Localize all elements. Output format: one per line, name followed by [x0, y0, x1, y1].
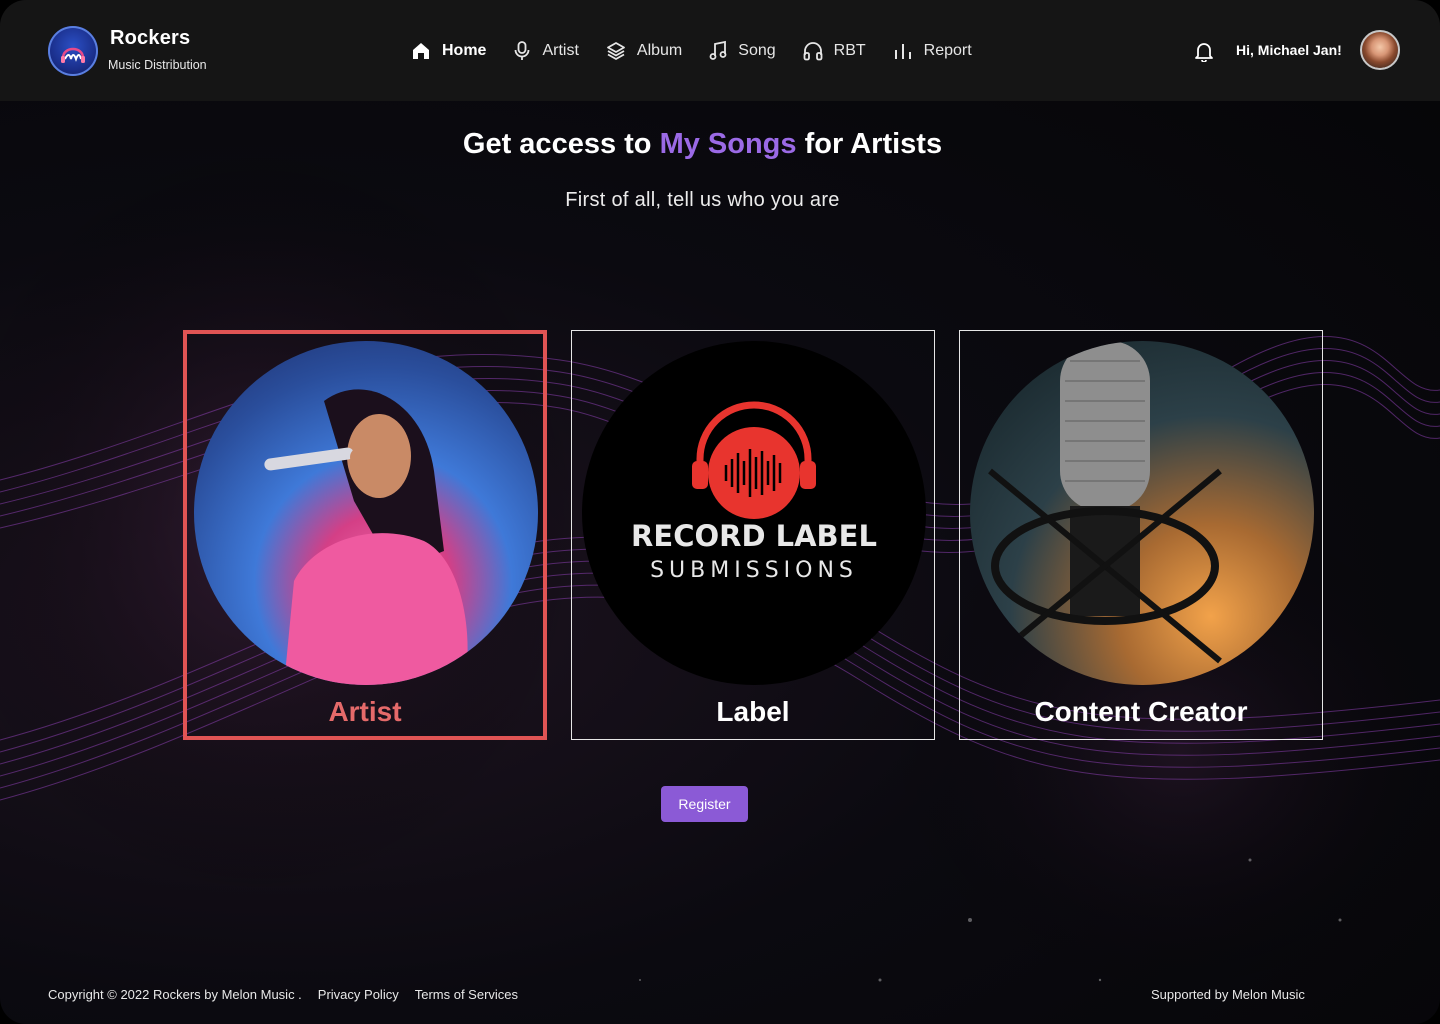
user-avatar[interactable]: [1360, 30, 1400, 70]
nav-item-home[interactable]: Home: [410, 40, 486, 62]
card-label: Artist: [328, 696, 402, 727]
page-subtitle: First of all, tell us who you are: [565, 189, 840, 211]
privacy-policy-link[interactable]: Privacy Policy: [318, 987, 399, 1002]
home-icon: [413, 43, 429, 59]
nav-item-report[interactable]: Report: [892, 40, 972, 62]
card-label: Content Creator: [1034, 696, 1248, 727]
nav-label: Home: [442, 42, 487, 59]
role-card-artist[interactable]: Artist: [183, 330, 547, 740]
artist-image: [194, 341, 538, 685]
footer-links: Copyright © 2022 Rockers by Melon Music …: [48, 987, 534, 1002]
nav-label: Song: [738, 42, 776, 59]
label-image: RECORD LABEL SUBMISSIONS: [582, 341, 926, 685]
layers-icon: [607, 42, 625, 60]
brand-title: Rockers: [110, 27, 191, 49]
terms-of-services-link[interactable]: Terms of Services: [415, 987, 518, 1002]
card-label: Label: [716, 696, 790, 727]
notification-bell-icon[interactable]: [1193, 40, 1215, 62]
main-nav: Home Artist Album Song RBT Report: [410, 38, 998, 64]
record-label-logo: RECORD LABEL SUBMISSIONS: [631, 401, 877, 583]
headphones-icon: [803, 42, 823, 61]
supported-by-text: Supported by Melon Music: [1151, 987, 1305, 1002]
register-button[interactable]: Register: [661, 786, 748, 822]
logo-text-line1: RECORD LABEL: [631, 519, 877, 553]
nav-item-rbt[interactable]: RBT: [802, 40, 866, 62]
nav-label: Report: [923, 42, 972, 59]
user-greeting: Hi, Michael Jan!: [1236, 42, 1342, 58]
brand-logo[interactable]: [48, 26, 98, 76]
nav-label: Artist: [542, 42, 579, 59]
title-suffix: for Artists: [796, 128, 943, 160]
app-frame: Rockers Music Distribution Home Artist A…: [0, 0, 1440, 1024]
nav-item-song[interactable]: Song: [708, 40, 776, 62]
nav-item-artist[interactable]: Artist: [512, 40, 579, 62]
nav-label: Album: [636, 42, 683, 59]
bar-chart-icon: [894, 44, 911, 59]
role-card-content-creator[interactable]: Content Creator: [959, 330, 1323, 740]
copyright-text: Copyright © 2022 Rockers by Melon Music …: [48, 987, 302, 1002]
top-header: Rockers Music Distribution Home Artist A…: [0, 0, 1440, 101]
content-creator-image: [970, 341, 1314, 685]
studio-microphone-illustration: [988, 341, 1222, 664]
brand-subtitle: Music Distribution: [108, 58, 207, 72]
nav-label: RBT: [833, 42, 866, 59]
logo-text-line2: SUBMISSIONS: [650, 558, 858, 583]
microphone-icon: [515, 41, 530, 60]
page-title: Get access to My Songs for Artists: [0, 128, 1405, 161]
title-prefix: Get access to: [462, 128, 660, 160]
music-note-icon: [709, 40, 727, 60]
title-accent: My Songs: [659, 128, 797, 160]
role-card-label[interactable]: RECORD LABEL SUBMISSIONS Label: [571, 330, 935, 740]
nav-item-album[interactable]: Album: [605, 40, 682, 62]
logo-mark-icon: [61, 47, 85, 63]
singer-illustration: [264, 389, 468, 685]
